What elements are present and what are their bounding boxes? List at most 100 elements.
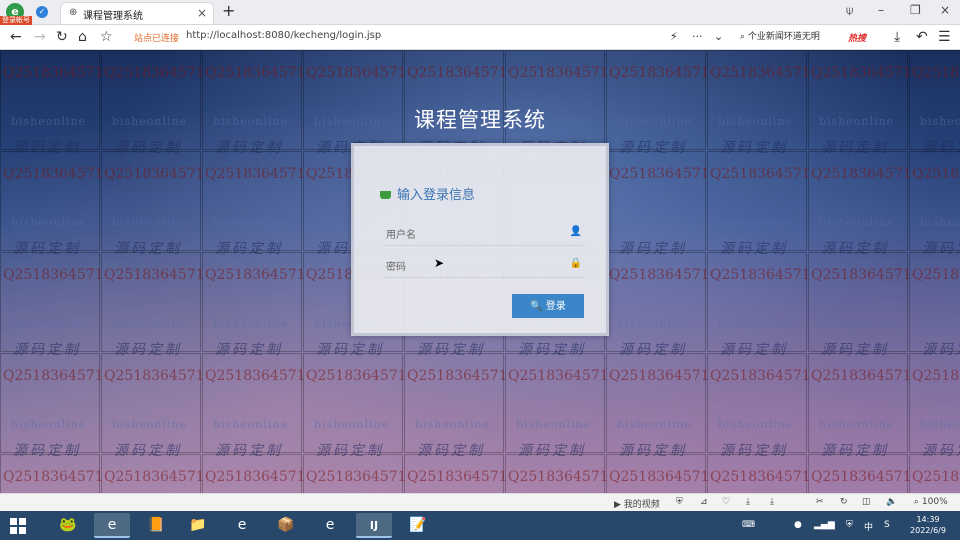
taskbar-app-explorer[interactable]: 📁 — [180, 513, 216, 538]
taskbar-clock[interactable]: 14:39 2022/6/9 — [908, 514, 948, 536]
tray-app-icon[interactable]: S — [884, 520, 890, 530]
watermark-qq: Q2518364571 — [508, 469, 609, 485]
watermark-qq: Q2518364571 — [306, 368, 407, 384]
watermark-chinese: 源码定制 — [922, 443, 960, 459]
watermark-cell: Q2518364571bisheonline源码定制 — [505, 50, 609, 156]
watermark-chinese: 源码定制 — [720, 342, 788, 358]
watermark-english: bisheonline — [11, 418, 87, 431]
watermark-qq: Q2518364571 — [104, 65, 205, 81]
watermark-cell: Q2518364571bisheonline源码定制 — [808, 454, 912, 493]
taskbar-app-box[interactable]: 📦 — [268, 513, 304, 538]
tray-input-icon[interactable]: ⌨ — [742, 520, 755, 530]
watermark-chinese: 源码定制 — [13, 140, 81, 156]
watermark-qq: Q2518364571 — [306, 469, 407, 485]
watermark-english: bisheonline — [718, 115, 794, 128]
pin-icon[interactable]: ⍦ — [846, 3, 853, 18]
more-icon[interactable]: ··· — [692, 28, 703, 46]
watermark-english: bisheonline — [617, 115, 693, 128]
watermark-chinese: 源码定制 — [215, 342, 283, 358]
password-input[interactable] — [384, 256, 564, 278]
login-button[interactable]: 🔍 登录 — [512, 294, 584, 318]
my-video-button[interactable]: ▶ 我的视频 — [614, 497, 660, 510]
watermark-chinese: 源码定制 — [821, 140, 889, 156]
chart-icon[interactable]: ⊿ — [700, 497, 708, 507]
minimize-button[interactable]: – — [878, 3, 884, 17]
refresh-status-icon[interactable]: ↻ — [840, 497, 848, 507]
lock-icon: 🔒 — [569, 258, 582, 269]
taskbar-app-notepad[interactable]: 📝 — [400, 513, 436, 538]
heart-icon[interactable]: ♡ — [722, 497, 730, 507]
taskbar-app-edge[interactable]: e — [224, 513, 260, 538]
watermark-cell: Q2518364571bisheonline源码定制 — [202, 353, 306, 459]
flash-icon[interactable]: ⚡ — [670, 28, 678, 46]
watermark-chinese: 源码定制 — [215, 140, 283, 156]
password-field[interactable]: 🔒 — [384, 254, 584, 278]
watermark-english: bisheonline — [718, 216, 794, 229]
watermark-qq: Q2518364571 — [104, 368, 205, 384]
forward-button[interactable]: → — [34, 28, 46, 46]
tray-shield-icon[interactable]: ⛨ — [846, 520, 853, 530]
zoom-control[interactable]: ⌕ 100% — [914, 497, 948, 507]
watermark-chinese: 源码定制 — [821, 342, 889, 358]
watermark-english: bisheonline — [415, 418, 491, 431]
watermark-english: bisheonline — [718, 317, 794, 330]
watermark-cell: Q2518364571bisheonline源码定制 — [606, 50, 710, 156]
taskbar-app-book[interactable]: 📙 — [138, 513, 174, 538]
ime-indicator[interactable]: 中 — [864, 520, 873, 533]
tab-title: 课程管理系统 — [83, 11, 143, 22]
download-status-icon[interactable]: ⤓ — [746, 497, 750, 507]
menu-icon[interactable]: ☰ — [938, 28, 951, 46]
favorite-button[interactable]: ☆ — [100, 28, 113, 46]
username-input[interactable] — [384, 224, 564, 246]
watermark-chinese: 源码定制 — [215, 443, 283, 459]
security-status-label[interactable]: 站点已连接 — [134, 31, 179, 44]
watermark-chinese: 源码定制 — [13, 443, 81, 459]
watermark-cell: Q2518364571bisheonline源码定制 — [202, 252, 306, 358]
mute-icon[interactable]: ◫ — [862, 497, 871, 507]
restore-button[interactable]: ❐ — [910, 3, 921, 17]
tab-close-icon[interactable]: × — [197, 6, 207, 20]
taskbar-app-browser[interactable]: e — [94, 513, 130, 538]
dropdown-icon[interactable]: ⌄ — [714, 28, 723, 46]
reload-button[interactable]: ↻ — [56, 28, 68, 46]
taskbar-app-intellij[interactable]: IJ — [356, 513, 392, 538]
undo-icon[interactable]: ↶ — [916, 28, 928, 46]
watermark-english: bisheonline — [213, 317, 289, 330]
watermark-chinese: 源码定制 — [114, 241, 182, 257]
mouse-cursor-icon: ➤ — [434, 256, 445, 270]
home-button[interactable]: ⌂ — [78, 28, 87, 46]
close-window-button[interactable]: × — [940, 3, 950, 17]
download-tools-icon[interactable]: ⤓ — [770, 497, 774, 507]
sound-icon[interactable]: 🔈 — [886, 497, 897, 507]
watermark-cell: Q2518364571bisheonline源码定制 — [505, 454, 609, 493]
screenshot-icon[interactable]: ✂ — [816, 497, 824, 507]
windows-start-icon[interactable] — [10, 518, 26, 534]
download-icon[interactable]: ⤓ — [894, 28, 900, 46]
hot-search-label[interactable]: 热搜 — [848, 31, 866, 44]
shield-icon[interactable]: ✓ — [36, 6, 48, 18]
browser-tab-bar: e 登录帐号 ✓ ⊕ 课程管理系统 × + ⍦ – ❐ × — [0, 0, 960, 25]
watermark-qq: Q2518364571 — [407, 65, 508, 81]
username-field[interactable]: 👤 — [384, 222, 584, 246]
watermark-english: bisheonline — [920, 115, 960, 128]
address-bar[interactable]: http://localhost:8080/kecheng/login.jsp — [186, 30, 381, 41]
watermark-qq: Q2518364571 — [710, 368, 811, 384]
back-button[interactable]: ← — [10, 28, 22, 46]
watermark-chinese: 源码定制 — [821, 241, 889, 257]
new-tab-button[interactable]: + — [222, 1, 235, 20]
watermark-english: bisheonline — [920, 418, 960, 431]
watermark-chinese: 源码定制 — [922, 140, 960, 156]
clock-time: 14:39 — [916, 515, 940, 524]
watermark-qq: Q2518364571 — [609, 469, 710, 485]
tray-network-icon[interactable]: ▂▄▆ — [814, 520, 835, 530]
taskbar-app-1[interactable]: 🐸 — [50, 513, 86, 538]
watermark-qq: Q2518364571 — [609, 267, 710, 283]
watermark-qq: Q2518364571 — [912, 469, 960, 485]
tray-green-icon[interactable]: ● — [794, 520, 802, 530]
panel-heading-text: 输入登录信息 — [397, 188, 476, 203]
shield-status-icon[interactable]: ⛨ — [676, 497, 683, 507]
login-account-badge[interactable]: 登录帐号 — [0, 16, 32, 25]
tab-course-management[interactable]: ⊕ 课程管理系统 × — [60, 2, 214, 24]
taskbar-app-ie[interactable]: e — [312, 513, 348, 538]
watermark-qq: Q2518364571 — [205, 368, 306, 384]
